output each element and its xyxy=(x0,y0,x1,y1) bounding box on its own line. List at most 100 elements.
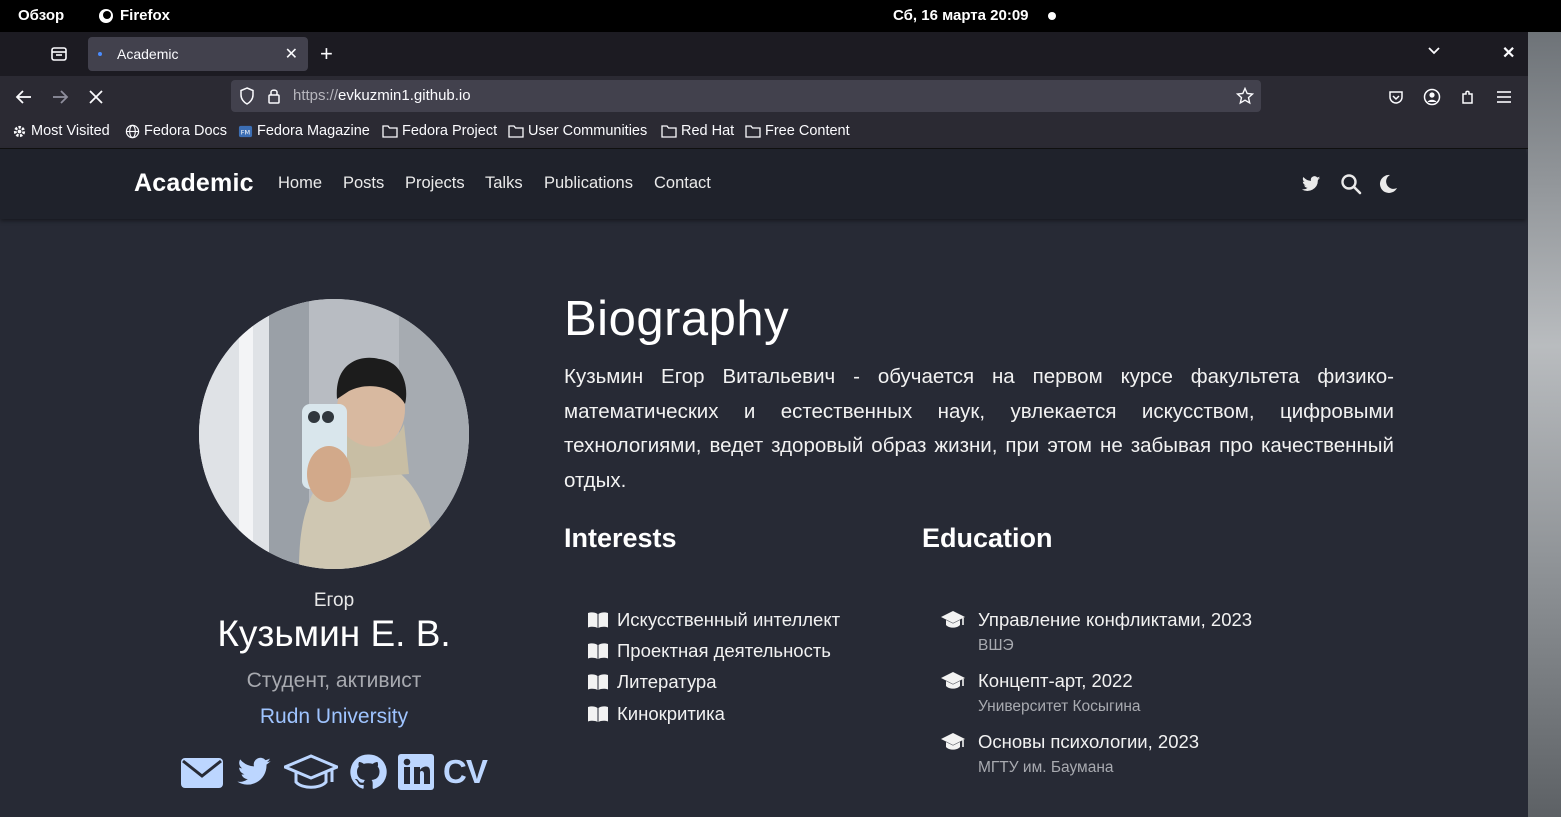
graduation-cap-icon[interactable] xyxy=(284,752,338,792)
hamburger-menu-icon[interactable] xyxy=(1492,85,1516,109)
tab-strip: Academic ✕ + ✕ xyxy=(0,32,1528,76)
profile-full-name: Кузьмин Е. В. xyxy=(217,613,451,654)
tab-title: Academic xyxy=(117,46,179,62)
notification-dot-icon xyxy=(1048,12,1056,20)
account-icon[interactable] xyxy=(1420,85,1444,109)
bookmark-label: Free Content xyxy=(765,123,850,139)
folder-icon xyxy=(661,125,677,138)
nav-home[interactable]: Home xyxy=(278,174,322,193)
bookmark-label: Fedora Magazine xyxy=(257,123,370,139)
cv-link[interactable]: CV xyxy=(443,753,488,791)
bookmark-label: Red Hat xyxy=(681,123,735,139)
page-content: Academic Home Posts Projects Talks Publi… xyxy=(0,148,1528,817)
site-navbar: Academic Home Posts Projects Talks Publi… xyxy=(0,149,1526,219)
nav-projects[interactable]: Projects xyxy=(405,174,465,193)
education-item: Управление конфликтами, 2023 ВШЭ xyxy=(940,609,1252,655)
bookmark-fedora-docs[interactable]: Fedora Docs xyxy=(125,123,227,139)
bookmark-fedora-magazine[interactable]: FM Fedora Magazine xyxy=(238,123,370,139)
firefox-icon xyxy=(99,8,113,23)
education-item: Концепт-арт, 2022 Университет Косыгина xyxy=(940,670,1141,716)
new-tab-button[interactable]: + xyxy=(320,41,333,67)
bookmark-star-icon[interactable] xyxy=(1236,87,1254,105)
stop-loading-icon[interactable] xyxy=(84,85,108,109)
nav-posts[interactable]: Posts xyxy=(343,174,384,193)
forward-arrow-icon[interactable] xyxy=(48,85,72,109)
interest-item: Искусственный интеллект xyxy=(587,609,840,631)
gear-icon xyxy=(13,125,26,137)
education-course: Концепт-арт, 2022 xyxy=(978,670,1133,691)
overview-button[interactable]: Обзор xyxy=(18,7,64,24)
book-open-icon xyxy=(588,706,608,722)
active-app-menu[interactable]: Firefox xyxy=(98,7,170,24)
tab-favicon-icon xyxy=(98,52,102,56)
linkedin-icon[interactable] xyxy=(396,752,440,792)
search-icon[interactable] xyxy=(1340,173,1362,195)
interest-item: Проектная деятельность xyxy=(587,640,831,662)
biography-title: Biography xyxy=(564,292,790,346)
interest-item: Кинокритика xyxy=(587,703,725,725)
bookmark-free-content[interactable]: Free Content xyxy=(745,123,850,139)
bookmarks-toolbar: Most Visited Fedora Docs FM Fedora Magaz… xyxy=(0,118,1528,148)
bookmark-fedora-project[interactable]: Fedora Project xyxy=(382,123,497,139)
folder-icon xyxy=(382,125,398,138)
extensions-puzzle-icon[interactable] xyxy=(1456,85,1480,109)
bookmark-label: Fedora Docs xyxy=(144,123,228,139)
graduation-cap-icon xyxy=(941,611,965,628)
list-all-tabs-chevron-down-icon[interactable] xyxy=(1426,42,1442,58)
system-top-bar: Обзор Firefox Сб, 16 марта 20:09 xyxy=(0,0,1561,32)
profile-organization-link[interactable]: Rudn University xyxy=(134,705,534,729)
interest-label: Проектная деятельность xyxy=(617,640,831,661)
back-arrow-icon[interactable] xyxy=(12,85,36,109)
education-course: Основы психологии, 2023 xyxy=(978,731,1200,752)
pocket-icon[interactable] xyxy=(1384,85,1408,109)
github-icon[interactable] xyxy=(346,752,390,792)
tab-academic[interactable]: Academic ✕ xyxy=(88,37,308,71)
education-title: Education xyxy=(922,523,1053,553)
shield-icon[interactable] xyxy=(239,87,255,105)
folder-icon xyxy=(508,125,524,138)
interest-label: Кинокритика xyxy=(617,703,725,724)
lock-icon[interactable] xyxy=(267,87,281,105)
interests-title: Interests xyxy=(564,523,677,553)
svg-text:FM: FM xyxy=(241,128,251,136)
globe-icon xyxy=(125,124,140,138)
profile-first-name: Егор xyxy=(313,590,355,611)
graduation-cap-icon xyxy=(941,733,965,750)
interest-item: Литература xyxy=(587,671,717,693)
bookmark-most-visited[interactable]: Most Visited xyxy=(12,123,110,139)
bookmark-label: Fedora Project xyxy=(402,123,498,139)
education-institution: Университет Косыгина xyxy=(978,698,1141,715)
envelope-icon[interactable] xyxy=(180,752,224,792)
twitter-icon[interactable] xyxy=(1300,173,1322,195)
fm-icon: FM xyxy=(238,125,253,137)
bookmark-red-hat[interactable]: Red Hat xyxy=(661,123,734,139)
nav-contact[interactable]: Contact xyxy=(654,174,711,193)
graduation-cap-icon xyxy=(941,672,965,689)
app-name: Firefox xyxy=(120,7,171,24)
url-host: evkuzmin1.github.io xyxy=(338,87,471,104)
biography-text: Кузьмин Егор Витальевич - обучается на п… xyxy=(564,365,1394,492)
twitter-icon[interactable] xyxy=(232,752,276,792)
profile-role: Студент, активист xyxy=(246,669,422,692)
nav-publications[interactable]: Publications xyxy=(544,174,633,193)
bookmark-user-communities[interactable]: User Communities xyxy=(508,123,647,139)
moon-icon[interactable] xyxy=(1377,173,1399,195)
interest-label: Искусственный интеллект xyxy=(617,609,841,630)
clock[interactable]: Сб, 16 марта 20:09 xyxy=(893,7,1029,24)
window-close-icon[interactable]: ✕ xyxy=(1502,43,1515,63)
url-bar[interactable]: https://evkuzmin1.github.io xyxy=(231,80,1261,112)
bookmark-label: User Communities xyxy=(528,123,648,139)
tab-close-icon[interactable]: ✕ xyxy=(285,44,298,64)
interest-label: Литература xyxy=(617,671,717,692)
site-brand[interactable]: Academic xyxy=(134,169,254,198)
firefox-window: Academic ✕ + ✕ https://evkuzmin1.github.… xyxy=(0,32,1528,817)
navigation-toolbar: https://evkuzmin1.github.io xyxy=(0,76,1528,118)
nav-talks[interactable]: Talks xyxy=(485,174,523,193)
education-course: Управление конфликтами, 2023 xyxy=(978,609,1253,630)
folder-icon xyxy=(745,125,761,138)
avatar xyxy=(199,299,469,569)
firefox-view-icon[interactable] xyxy=(48,44,70,64)
book-open-icon xyxy=(588,674,608,690)
url-protocol: https:// xyxy=(293,87,339,104)
url-text[interactable]: https://evkuzmin1.github.io xyxy=(293,87,471,104)
